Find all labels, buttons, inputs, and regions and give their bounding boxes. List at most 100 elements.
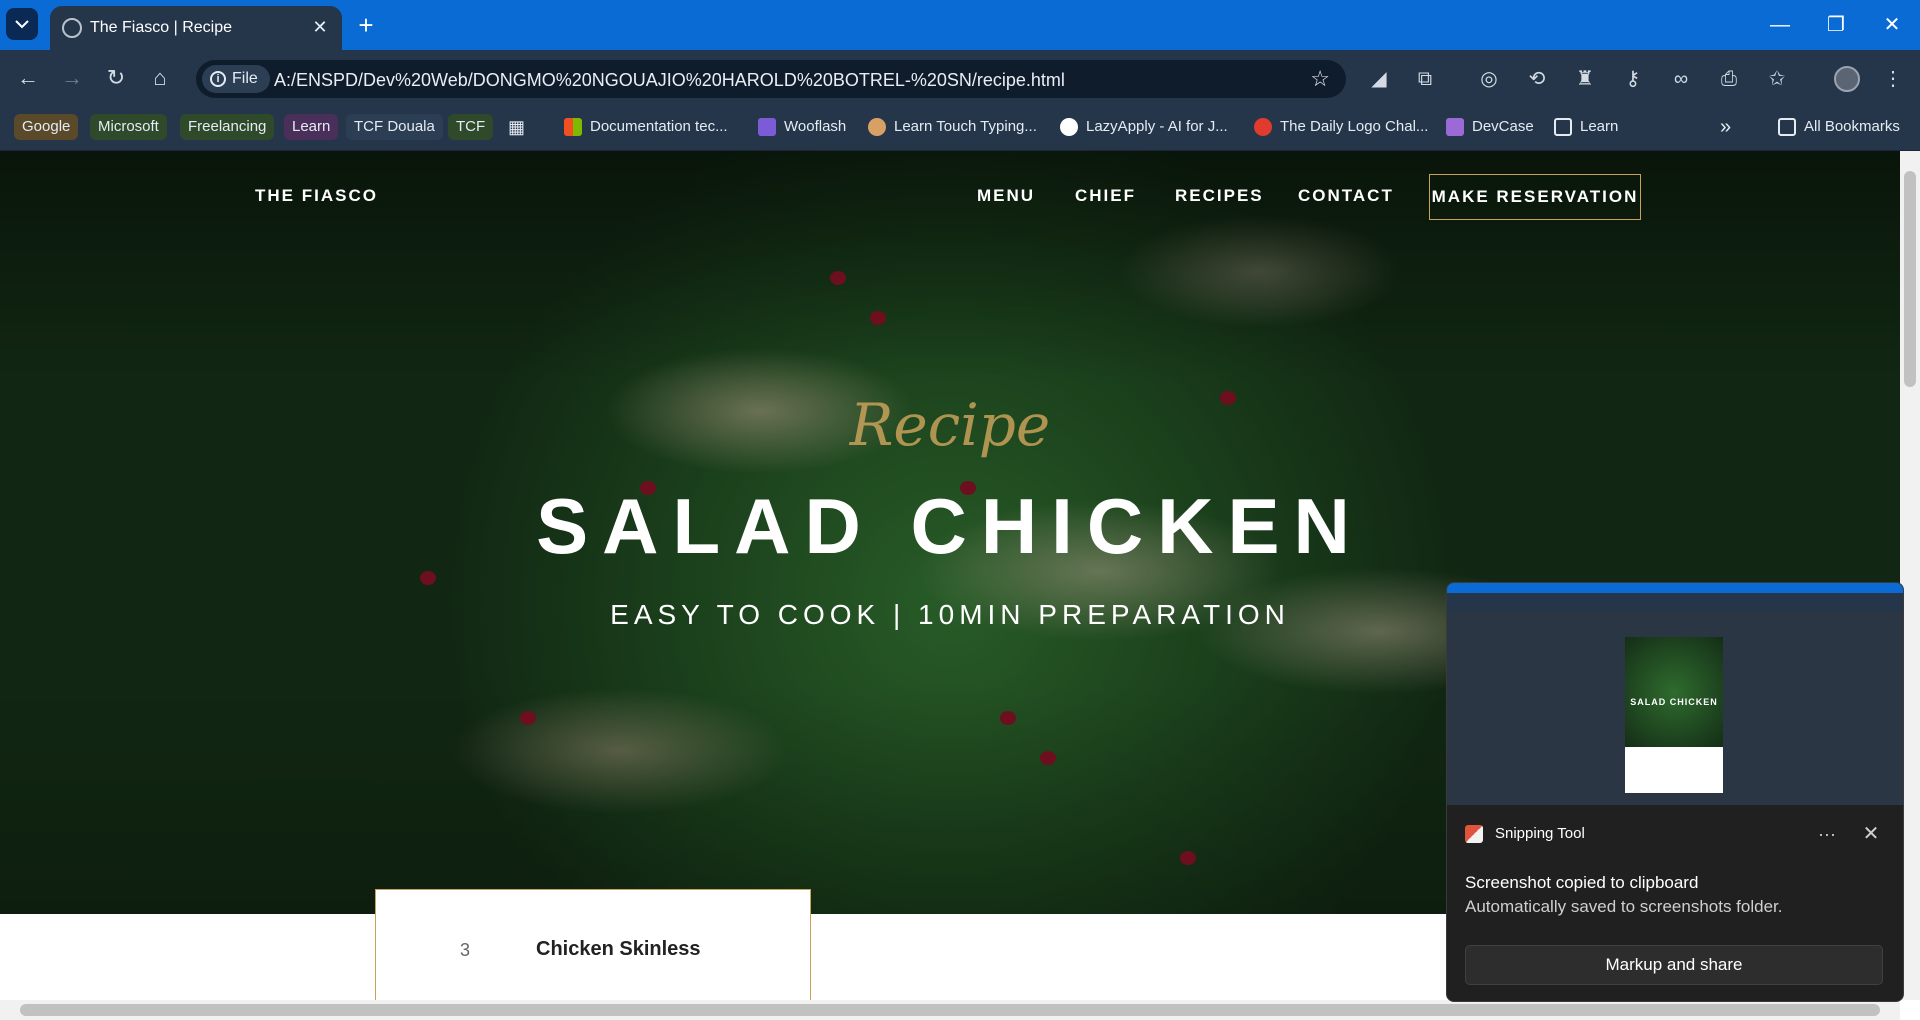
tab-title: The Fiasco | Recipe <box>90 19 232 36</box>
bookmark-folder-tcf-douala[interactable]: TCF Douala <box>346 114 443 140</box>
extension-shield-icon[interactable]: ◢ <box>1362 62 1396 96</box>
make-reservation-button[interactable]: MAKE RESERVATION <box>1429 174 1641 220</box>
screenshot-thumbnail[interactable]: SALAD CHICKEN <box>1447 583 1903 805</box>
bookmark-star-icon[interactable]: ☆ <box>1310 66 1330 92</box>
nav-link-recipes[interactable]: RECIPES <box>1175 186 1264 206</box>
extensions-puzzle-icon[interactable]: ⧉ <box>1408 62 1442 96</box>
info-icon: i <box>210 71 226 87</box>
nav-link-chief[interactable]: CHIEF <box>1075 186 1136 206</box>
tab-close-icon[interactable]: ✕ <box>310 17 330 37</box>
bookmark-folder-learn-2[interactable]: Learn <box>1554 114 1618 140</box>
forward-button[interactable]: → <box>56 62 88 94</box>
ingredient-quantity: 3 <box>460 940 471 960</box>
bookmark-label: Learn Touch Typing... <box>894 118 1037 135</box>
history-icon[interactable]: ⟲ <box>1520 62 1554 96</box>
bookmark-folder-freelancing[interactable]: Freelancing <box>180 114 275 140</box>
bookmark-folder-tcf[interactable]: TCF <box>448 114 494 140</box>
globe-icon <box>62 18 82 38</box>
apps-grid-icon[interactable]: ▦ <box>508 114 525 140</box>
daily-logo-icon <box>1254 118 1272 136</box>
menu-kebab-icon[interactable]: ⋮ <box>1876 62 1910 96</box>
notification-app: Snipping Tool <box>1465 825 1585 843</box>
horizontal-scrollbar[interactable] <box>0 1000 1900 1020</box>
all-bookmarks-label: All Bookmarks <box>1804 118 1900 135</box>
back-button[interactable]: ← <box>12 62 44 94</box>
site-navbar: THE FIASCO MENU CHIEF RECIPES CONTACT MA… <box>0 151 1900 229</box>
bookmark-folder-google[interactable]: Google <box>14 114 79 140</box>
bookmark-label: Documentation tec... <box>590 118 728 135</box>
ingredient-name: Chicken Skinless <box>536 938 701 960</box>
vertical-scroll-thumb[interactable] <box>1904 171 1916 387</box>
thumbnail-title: SALAD CHICKEN <box>1630 697 1718 707</box>
thumbnail-page: SALAD CHICKEN <box>1625 637 1723 793</box>
notification-app-name: Snipping Tool <box>1495 825 1585 842</box>
pomegranate-seed <box>870 311 886 325</box>
bookmark-label: Learn <box>1580 118 1619 135</box>
pomegranate-seed <box>520 711 536 725</box>
link-icon[interactable]: ∞ <box>1664 62 1698 96</box>
bookmark-lazyapply[interactable]: LazyApply - AI for J... <box>1060 114 1228 140</box>
print-icon[interactable]: ⎙ <box>1712 62 1746 96</box>
reload-button[interactable]: ↻ <box>100 62 132 94</box>
address-bar[interactable]: i File A:/ENSPD/Dev%20Web/DONGMO%20NGOUA… <box>196 60 1346 98</box>
favorites-icon[interactable]: ✩ <box>1760 62 1794 96</box>
nav-link-menu[interactable]: MENU <box>977 186 1035 206</box>
lazyapply-icon <box>1060 118 1078 136</box>
horizontal-scroll-thumb[interactable] <box>20 1004 1880 1016</box>
markup-and-share-button[interactable]: Markup and share <box>1465 945 1883 985</box>
restore-button[interactable]: ❐ <box>1808 0 1864 50</box>
bookmark-folder-learn[interactable]: Learn <box>284 114 339 140</box>
profile-avatar[interactable] <box>1834 66 1860 92</box>
thumbnail-hero <box>1625 637 1723 747</box>
notification-more-icon[interactable]: ··· <box>1809 819 1845 849</box>
password-key-icon[interactable]: ⚷ <box>1616 62 1650 96</box>
microsoft-logo-icon <box>564 118 582 136</box>
tab-search-button[interactable] <box>6 8 38 40</box>
bookmark-label: The Daily Logo Chal... <box>1280 118 1429 135</box>
screenshot-icon[interactable]: ◎ <box>1472 62 1506 96</box>
wooflash-icon <box>758 118 776 136</box>
folder-icon <box>1554 118 1572 136</box>
thumbnail-toolbar <box>1447 593 1903 611</box>
bookmark-documentation[interactable]: Documentation tec... <box>564 114 728 140</box>
incognito-icon[interactable]: ♜ <box>1568 62 1602 96</box>
minimize-button[interactable]: — <box>1752 0 1808 50</box>
url-text[interactable]: A:/ENSPD/Dev%20Web/DONGMO%20NGOUAJIO%20H… <box>274 70 1065 91</box>
site-info-chip[interactable]: i File <box>202 65 270 93</box>
bookmark-label: Wooflash <box>784 118 847 135</box>
ingredient-row: 3 Chicken Skinless <box>376 930 810 970</box>
pomegranate-seed <box>1000 711 1016 725</box>
tab-strip: The Fiasco | Recipe ✕ + — ❐ ✕ <box>0 0 1920 50</box>
site-info-label: File <box>232 70 258 87</box>
active-tab[interactable]: The Fiasco | Recipe ✕ <box>50 6 342 50</box>
thumbnail-tabstrip <box>1447 583 1903 593</box>
notification-close-icon[interactable]: ✕ <box>1853 819 1889 849</box>
bookmark-label: LazyApply - AI for J... <box>1086 118 1228 135</box>
bookmarks-bar: Google Microsoft Freelancing Learn TCF D… <box>0 106 1920 151</box>
hero-script-label: Recipe <box>849 391 1051 459</box>
bookmark-label: DevCase <box>1472 118 1534 135</box>
bookmark-wooflash[interactable]: Wooflash <box>758 114 846 140</box>
pomegranate-seed <box>1180 851 1196 865</box>
bookmark-touch-typing[interactable]: Learn Touch Typing... <box>868 114 1037 140</box>
pomegranate-seed <box>420 571 436 585</box>
folder-icon <box>1778 118 1796 136</box>
bookmark-devcase[interactable]: DevCase <box>1446 114 1534 140</box>
all-bookmarks-button[interactable]: All Bookmarks <box>1778 114 1900 140</box>
ingredients-card: 3 Chicken Skinless <box>375 889 811 1000</box>
snipping-tool-notification[interactable]: SALAD CHICKEN Snipping Tool ··· ✕ Screen… <box>1446 582 1904 1002</box>
nav-link-contact[interactable]: CONTACT <box>1298 186 1394 206</box>
bookmarks-overflow-icon[interactable]: » <box>1720 114 1731 140</box>
site-brand[interactable]: THE FIASCO <box>255 186 378 206</box>
new-tab-button[interactable]: + <box>352 11 380 39</box>
typing-mascot-icon <box>868 118 886 136</box>
hero-title: SALAD CHICKEN <box>536 482 1364 570</box>
window-close-button[interactable]: ✕ <box>1864 0 1920 50</box>
bookmark-folder-microsoft[interactable]: Microsoft <box>90 114 167 140</box>
pomegranate-seed <box>1040 751 1056 765</box>
snipping-tool-icon <box>1465 825 1483 843</box>
home-button[interactable]: ⌂ <box>144 62 176 94</box>
pomegranate-seed <box>830 271 846 285</box>
bookmark-daily-logo[interactable]: The Daily Logo Chal... <box>1254 114 1428 140</box>
chevron-down-icon <box>15 20 29 29</box>
